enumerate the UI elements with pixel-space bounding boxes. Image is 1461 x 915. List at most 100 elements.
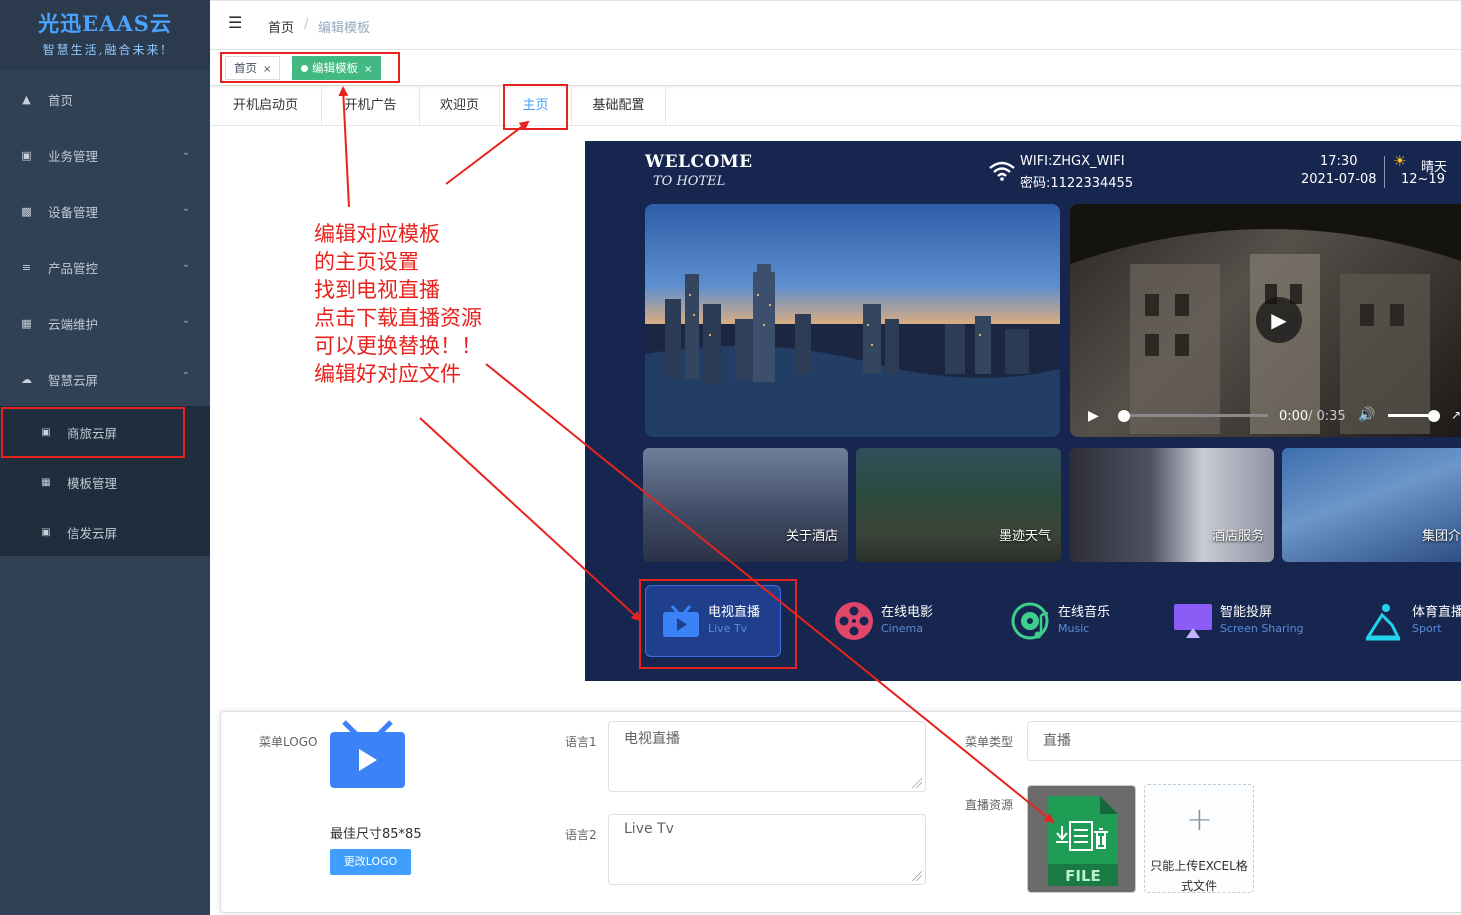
resize-handle-icon[interactable] <box>912 871 922 881</box>
video-progress-knob[interactable] <box>1118 410 1130 422</box>
lang2-textarea[interactable]: Live Tv <box>608 814 926 885</box>
volume-knob[interactable] <box>1428 410 1440 422</box>
screen-cast-icon <box>1172 602 1214 640</box>
arrow-to-home-tab <box>445 120 530 185</box>
chevron-down-icon: ⌄ <box>181 147 190 158</box>
menu-label: 电视直播 <box>708 605 761 620</box>
menu-music[interactable]: 在线音乐 Music <box>1010 585 1160 657</box>
tag-edit-template[interactable]: 编辑模板 × <box>292 56 382 80</box>
annotation-line: 编辑对应模板 <box>314 222 440 246</box>
menu-sublabel: Sport <box>1412 622 1442 635</box>
sidebar-item-product[interactable]: ≡ 产品管控 ⌄ <box>0 239 210 295</box>
clock-time: 17:30 <box>1320 154 1358 169</box>
video-duration: / 0:35 <box>1308 409 1346 424</box>
sidebar-item-business[interactable]: ▣ 业务管理 ⌄ <box>0 127 210 183</box>
product-icon: ≡ <box>21 260 32 274</box>
chevron-down-icon: ⌄ <box>181 315 190 326</box>
tab-basic-config[interactable]: 基础配置 <box>572 86 666 126</box>
card-label: 关于酒店 <box>785 529 838 544</box>
card-group-intro[interactable]: 集团介 <box>1282 448 1461 562</box>
business-icon: ▣ <box>21 148 32 162</box>
annotation-line: 编辑好对应文件 <box>314 362 461 386</box>
card-about-hotel[interactable]: 关于酒店 <box>643 448 848 562</box>
wifi-name: WIFI:ZHGX_WIFI <box>1020 154 1125 169</box>
annotation-line: 找到电视直播 <box>314 278 440 302</box>
lang2-label: 语言2 <box>565 828 597 842</box>
annotation-line: 的主页设置 <box>314 250 419 274</box>
sidebar-subitem-template[interactable]: ▦ 模板管理 <box>0 457 210 507</box>
tags-view <box>210 50 1461 86</box>
video-play-icon[interactable]: ▶ <box>1088 408 1099 424</box>
breadcrumb-current: 编辑模板 <box>318 21 371 36</box>
lang1-value: 电视直播 <box>624 731 680 747</box>
menu-screen-sharing[interactable]: 智能投屏 Screen Sharing <box>1172 585 1332 657</box>
welcome-title: WELCOME <box>645 152 753 172</box>
sidebar-item-home[interactable]: ▲ 首页 <box>0 71 210 127</box>
close-icon[interactable]: × <box>263 64 271 75</box>
card-label: 集团介 <box>1421 529 1461 544</box>
menu-type-select[interactable]: 直播 <box>1027 721 1461 761</box>
city-skyline-illustration <box>645 264 1060 437</box>
sidebar-item-label: 信发云屏 <box>67 525 118 541</box>
hamburger-icon[interactable]: ☰ <box>228 15 246 31</box>
change-logo-button[interactable]: 更改LOGO <box>330 849 411 875</box>
chevron-down-icon: ⌄ <box>181 203 190 214</box>
logo-size-tip: 最佳尺寸85*85 <box>330 827 422 842</box>
sidebar-item-label: 云端维护 <box>48 316 99 332</box>
menu-sublabel: Live Tv <box>708 622 748 635</box>
lang1-textarea[interactable]: 电视直播 <box>608 721 926 792</box>
breadcrumb-home[interactable]: 首页 <box>268 17 294 36</box>
sidebar-item-cloud-maintain[interactable]: ▦ 云端维护 ⌄ <box>0 295 210 351</box>
tv-icon <box>330 720 405 788</box>
sidebar-item-device[interactable]: ▩ 设备管理 ⌄ <box>0 183 210 239</box>
menu-cinema[interactable]: 在线电影 Cinema <box>833 585 983 657</box>
temperature: 12~19 <box>1401 172 1445 187</box>
sidebar-subitem-business-screen[interactable]: ▣ 商旅云屏 <box>0 407 210 457</box>
close-icon[interactable]: × <box>364 64 372 75</box>
menu-sport[interactable]: 体育直播 Sport <box>1362 585 1461 657</box>
sidebar-subitem-publish[interactable]: ▣ 信发云屏 <box>0 507 210 557</box>
file-label: FILE <box>1065 867 1101 885</box>
film-reel-icon <box>833 602 875 640</box>
tag-label: 编辑模板 <box>312 61 358 75</box>
sidebar-item-smart-screen[interactable]: ☁ 智慧云屏 ⌃ <box>0 351 210 407</box>
cloud-icon: ☁ <box>21 372 32 386</box>
menu-sublabel: Cinema <box>881 622 923 635</box>
grid-icon: ▦ <box>21 316 32 330</box>
logo-title: 光迅EAAS云 <box>38 11 172 36</box>
volume-icon[interactable]: 🔊 <box>1358 407 1375 423</box>
menu-sublabel: Screen Sharing <box>1220 622 1304 635</box>
sidebar-item-label: 智慧云屏 <box>48 372 99 388</box>
menu-sublabel: Music <box>1058 622 1090 635</box>
active-dot-icon <box>301 65 308 72</box>
play-icon[interactable]: ▶ <box>1256 297 1302 343</box>
tab-welcome[interactable]: 欢迎页 <box>420 86 500 126</box>
tv-icon <box>660 602 702 640</box>
fullscreen-icon[interactable]: ↗ <box>1451 408 1461 422</box>
music-disc-icon <box>1010 602 1052 640</box>
chevron-up-icon: ⌃ <box>181 371 190 382</box>
tag-home[interactable]: 首页 × <box>225 56 281 80</box>
header-divider <box>1384 156 1385 188</box>
welcome-subtitle: TO HOTEL <box>653 174 726 189</box>
card-hotel-service[interactable]: 酒店服务 <box>1069 448 1274 562</box>
resize-handle-icon[interactable] <box>912 778 922 788</box>
plus-icon[interactable]: + <box>1186 800 1213 838</box>
annotation-note: 编辑对应模板 的主页设置 找到电视直播 点击下载直播资源 可以更换替换！！ 编辑… <box>314 220 482 388</box>
clock-date: 2021-07-08 <box>1301 172 1377 187</box>
tab-boot-ad[interactable]: 开机广告 <box>322 86 420 126</box>
menu-live-tv[interactable]: 电视直播 Live Tv <box>645 585 781 657</box>
device-icon: ▩ <box>21 204 32 218</box>
tab-boot-page[interactable]: 开机启动页 <box>210 86 322 126</box>
video-current-time: 0:00 <box>1279 409 1309 424</box>
home-icon: ▲ <box>22 92 31 106</box>
live-resource-file[interactable]: FILE <box>1027 785 1136 893</box>
card-weather[interactable]: 墨迹天气 <box>856 448 1061 562</box>
city-banner-image <box>645 204 1060 437</box>
tab-home[interactable]: 主页 <box>500 86 572 126</box>
video-progress-bar[interactable] <box>1118 414 1268 417</box>
wifi-password: 密码:1122334455 <box>1020 176 1134 191</box>
menu-logo-preview[interactable] <box>330 720 405 788</box>
sidebar-logo: 光迅EAAS云 智慧生活,融合未来! <box>0 0 210 70</box>
menu-label: 智能投屏 <box>1220 605 1273 620</box>
